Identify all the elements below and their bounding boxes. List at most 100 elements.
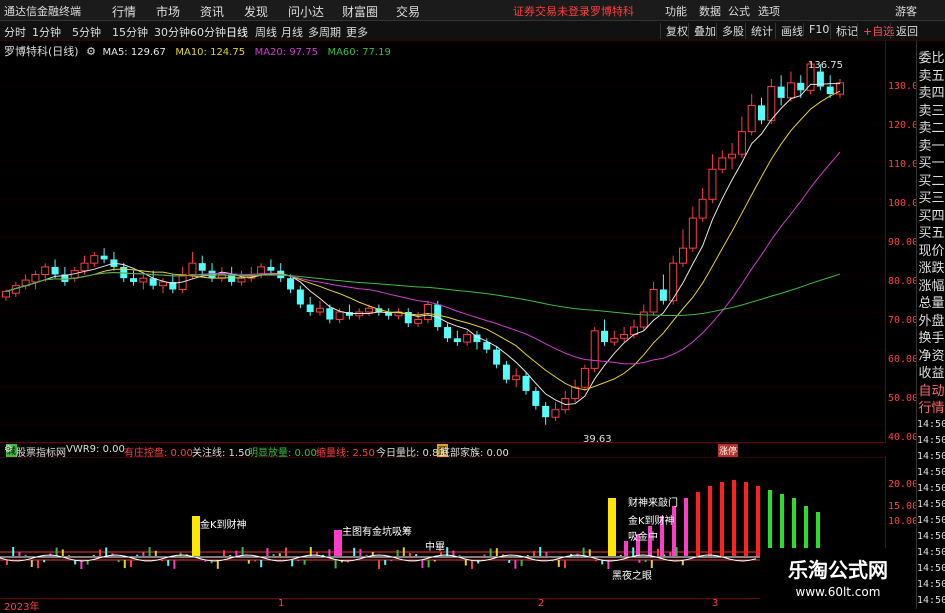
period-weekly[interactable]: 周线 <box>255 24 277 40</box>
candle-body <box>267 266 275 271</box>
candle-body <box>41 266 50 275</box>
sub-indicator-svg[interactable] <box>0 456 885 598</box>
sub-bar <box>173 560 176 569</box>
watermark-url: www.60lt.com <box>795 585 881 599</box>
guest-label[interactable]: 游客 <box>895 3 917 19</box>
settings-gear-icon[interactable]: ⚙ <box>86 45 96 58</box>
period-more[interactable]: 更多 <box>346 24 368 40</box>
period-fenshi[interactable]: 分时 <box>4 24 26 40</box>
sub-bar <box>396 549 399 556</box>
menu-hangqing[interactable]: 行情 <box>112 3 136 20</box>
xlabel-2023: 2023年 <box>4 602 40 613</box>
sub-bar <box>24 554 27 556</box>
menu-faxian[interactable]: 发现 <box>244 3 268 20</box>
sub-indicator-chart[interactable]: 金K到财神 主图有金坑吸筹 中畢 财神来敲门 金K到财神 吸金中 黑夜之眼 <box>0 456 886 598</box>
candle-body <box>679 247 688 264</box>
period-30min[interactable]: 30分钟 <box>154 24 190 40</box>
side-item-15: 外盘 <box>918 313 945 329</box>
menu-shichang[interactable]: 市场 <box>156 3 180 20</box>
sub-bar <box>92 554 95 556</box>
sub-bar <box>285 547 287 556</box>
menu-zixun[interactable]: 资讯 <box>200 3 224 20</box>
menu-gongneng[interactable]: 功能 <box>665 3 687 19</box>
sub-bar <box>235 550 238 556</box>
sub-bar <box>644 560 647 563</box>
period-60min[interactable]: 60分钟 <box>190 24 226 40</box>
sub-bar <box>464 560 467 566</box>
ytick-90: 90.00 <box>888 237 919 248</box>
period-5min[interactable]: 5分钟 <box>72 24 101 40</box>
candle-body <box>601 330 609 343</box>
period-1min[interactable]: 1分钟 <box>32 24 61 40</box>
price-axis: 130.0 120.0 110.0 100.0 90.00 80.00 70.0… <box>886 41 919 527</box>
sub-bar <box>384 560 387 565</box>
login-warning[interactable]: 证券交易未登录 <box>513 3 590 19</box>
candle-body <box>826 86 834 95</box>
candle-body <box>688 217 697 249</box>
side-item-11: 现价 <box>918 243 945 259</box>
candle-body <box>80 262 89 272</box>
sub-hist-bar <box>624 541 628 556</box>
candle-body <box>698 198 707 219</box>
sub-bar <box>452 550 455 556</box>
sub-bar <box>241 547 244 556</box>
sub-bar <box>495 548 498 556</box>
menu-xuanxiang[interactable]: 选项 <box>758 3 780 19</box>
sub-bar <box>266 547 269 556</box>
ann-jink-caishen: 金K到财神 <box>200 520 247 531</box>
menu-wenxiaoda[interactable]: 问小达 <box>288 3 324 20</box>
sub-bar <box>638 560 641 563</box>
side-item-9: 买四 <box>918 208 945 224</box>
period-15min[interactable]: 15分钟 <box>112 24 148 40</box>
time-item-6: 14:50 <box>917 515 945 526</box>
sub-bar <box>526 554 529 556</box>
ma20-label: MA20: 97.75 <box>254 47 318 58</box>
sub-bar <box>117 560 120 563</box>
candle-body <box>90 255 99 264</box>
period-multi[interactable]: 多周期 <box>308 24 341 40</box>
sub-vwr9: VWR9: 0.00 <box>66 444 125 455</box>
sub-hist-bar <box>744 482 748 556</box>
menu-shuju[interactable]: 数据 <box>699 3 721 19</box>
menu-caifuquan[interactable]: 财富圈 <box>342 3 378 20</box>
sub-pink-spike <box>334 530 342 556</box>
xlabel-3: 3 <box>712 598 719 609</box>
time-item-0: 14:50 <box>917 419 945 430</box>
sub-bar <box>148 547 151 556</box>
sub-bar <box>433 560 436 562</box>
settings-gear-icon-sub[interactable]: ⚙ <box>4 444 13 455</box>
kline-svg[interactable] <box>0 41 885 442</box>
tool-tongji[interactable]: 统计 <box>745 23 778 39</box>
main-kline-chart[interactable]: 罗博特科(日线) ⚙ MA5: 129.67 MA10: 124.75 MA20… <box>0 41 886 457</box>
app-title: 通达信金融终端 <box>4 5 81 18</box>
tool-back[interactable]: 返回 <box>890 23 923 39</box>
menu-gongshi[interactable]: 公式 <box>728 3 750 19</box>
sub-bar <box>30 560 33 567</box>
sub-bar <box>130 560 132 568</box>
side-item-17: 净资 <box>918 348 945 364</box>
sub-bar <box>247 560 250 564</box>
sub-bar <box>309 547 312 556</box>
side-item-19[interactable]: 自动 <box>917 380 945 399</box>
candle-body <box>542 405 550 418</box>
ytick-110: 110.0 <box>888 159 919 170</box>
candle-body <box>747 104 756 133</box>
sub-bar <box>223 550 225 556</box>
time-item-8: 14:50 <box>917 547 945 558</box>
ytick-60: 60.00 <box>888 354 919 365</box>
ytick-40: 40.00 <box>888 432 919 443</box>
sub-bar <box>539 547 542 556</box>
period-monthly[interactable]: 月线 <box>281 24 303 40</box>
sub-bar <box>272 553 275 556</box>
menu-jiaoyi[interactable]: 交易 <box>396 3 420 20</box>
sub-bar <box>483 554 486 556</box>
chart-legend: 罗博特科(日线) ⚙ MA5: 129.67 MA10: 124.75 MA20… <box>4 43 391 59</box>
ma5-label: MA5: 129.67 <box>102 47 166 58</box>
xlabel-2: 2 <box>538 598 545 609</box>
period-daily[interactable]: 日线 <box>226 24 248 40</box>
candle-body <box>453 338 461 343</box>
sub-bar <box>471 560 473 569</box>
sub-bar <box>260 560 263 568</box>
sub-bar <box>458 554 461 556</box>
side-item-20[interactable]: 行情 <box>917 397 945 416</box>
